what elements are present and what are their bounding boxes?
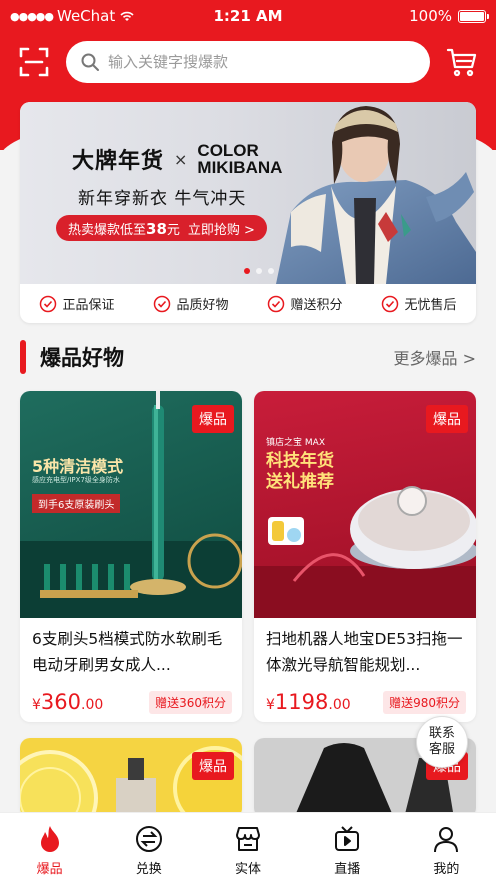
banner-cta-action: 立即抢购 > <box>187 222 255 238</box>
banner-brand-x: × <box>174 149 188 169</box>
tab-label: 直播 <box>334 862 361 877</box>
points-badge: 赠送360积分 <box>149 690 232 714</box>
cart-icon[interactable] <box>442 42 482 82</box>
guarantee-item: 无忧售后 <box>381 294 457 313</box>
more-products-link[interactable]: 更多爆品 > <box>394 345 477 369</box>
product-card[interactable]: 5种清洁模式 感应充电型/IPX7级全身防水 到手6支原装刷头 爆品 6支刷头5… <box>20 391 242 722</box>
bottom-tab-bar: 爆品 兑换 实体 直播 我的 <box>0 812 496 882</box>
battery-percent: 100% <box>409 7 452 25</box>
guarantee-item: 赠送积分 <box>267 294 343 313</box>
product-image-brand: 镇店之宝 MAX <box>266 435 325 448</box>
tv-icon <box>335 826 360 851</box>
wifi-icon <box>120 11 134 21</box>
banner-cta-text: 热卖爆款低至38元 <box>68 219 180 238</box>
guarantee-label: 赠送积分 <box>290 298 343 313</box>
battery-icon <box>458 9 489 23</box>
section-title: 爆品好物 <box>40 346 124 370</box>
product-image: 爆品 <box>20 738 242 818</box>
banner-card: 大牌年货 × COLOR MIKIBANA 新年穿新衣 牛气冲天 热卖爆款低至38… <box>20 102 476 323</box>
hot-tag: 爆品 <box>192 405 234 433</box>
banner-brand: 大牌年货 × COLOR MIKIBANA <box>72 142 282 176</box>
carrier-label: WeChat <box>57 7 116 25</box>
product-price: ¥360.00 <box>32 690 103 714</box>
product-card[interactable]: 镇店之宝 MAX 科技年货 送礼推荐 爆品 扫地机器人地宝DE53扫拖一体激光导航… <box>254 391 476 722</box>
guarantee-label: 正品保证 <box>62 298 115 313</box>
product-image: 5种清洁模式 感应充电型/IPX7级全身防水 到手6支原装刷头 爆品 <box>20 391 242 618</box>
product-image-heading: 5种清洁模式 <box>32 457 124 476</box>
tab-store[interactable]: 实体 <box>198 813 297 882</box>
price-integer: 360 <box>40 690 82 714</box>
contact-line2: 客服 <box>428 742 455 757</box>
image-heading-line2: 送礼推荐 <box>266 472 334 492</box>
price-decimal: .00 <box>81 697 104 713</box>
banner-brand-left: 大牌年货 <box>72 149 165 174</box>
search-icon <box>81 53 99 71</box>
tab-label: 兑换 <box>135 862 162 877</box>
tab-label: 实体 <box>235 862 262 877</box>
product-image: 镇店之宝 MAX 科技年货 送礼推荐 爆品 <box>254 391 476 618</box>
price-currency: ¥ <box>32 697 41 713</box>
banner-slogan: 新年穿新衣 牛气冲天 <box>78 189 247 209</box>
hot-tag: 爆品 <box>192 752 234 780</box>
product-image-subtext: 感应充电型/IPX7级全身防水 <box>32 476 120 484</box>
banner-model-image <box>276 106 476 284</box>
check-circle-icon <box>382 295 399 312</box>
status-bar: ●●●●● WeChat 1:21 AM 100% <box>0 0 496 32</box>
guarantee-item: 正品保证 <box>39 294 115 313</box>
search-input[interactable] <box>108 53 416 71</box>
flame-icon <box>40 826 59 852</box>
pager-dot <box>244 268 250 274</box>
price-currency: ¥ <box>266 697 275 713</box>
signal-icon: ●●●●● <box>10 9 54 23</box>
tab-profile[interactable]: 我的 <box>397 813 496 882</box>
contact-line1: 联系 <box>428 726 455 741</box>
tab-exchange[interactable]: 兑换 <box>99 813 198 882</box>
image-model-text: MAX <box>304 438 325 448</box>
scan-icon[interactable] <box>14 42 54 82</box>
banner-cta-button[interactable]: 热卖爆款低至38元 立即抢购 > <box>56 215 267 241</box>
pager-dot <box>268 268 274 274</box>
section-header: 爆品好物 更多爆品 > <box>20 338 476 376</box>
section-accent-bar <box>20 340 26 374</box>
cta-prefix: 热卖爆款低至 <box>68 222 147 238</box>
banner-brand-right-line2: MIKIBANA <box>197 158 283 177</box>
image-heading-line1: 科技年货 <box>266 451 334 471</box>
banner-brand-right: COLOR MIKIBANA <box>197 142 282 176</box>
cta-price: 38 <box>146 219 167 238</box>
check-circle-icon <box>154 295 171 312</box>
store-icon <box>236 827 260 851</box>
tab-live[interactable]: 直播 <box>298 813 397 882</box>
points-badge: 赠送980积分 <box>383 690 466 714</box>
product-title: 6支刷头5档模式防水软刷毛电动牙刷男女成人... <box>32 630 223 674</box>
banner-pager <box>244 268 274 274</box>
check-circle-icon <box>268 295 285 312</box>
hot-tag: 爆品 <box>426 405 468 433</box>
price-integer: 1198 <box>274 690 329 714</box>
tab-label: 我的 <box>433 862 460 877</box>
tab-label: 爆品 <box>36 862 63 877</box>
guarantee-label: 无忧售后 <box>404 298 457 313</box>
guarantee-label: 品质好物 <box>176 298 229 313</box>
promo-banner[interactable]: 大牌年货 × COLOR MIKIBANA 新年穿新衣 牛气冲天 热卖爆款低至38… <box>20 102 476 284</box>
product-card[interactable]: 爆品 <box>20 738 242 818</box>
cta-unit: 元 <box>166 222 180 238</box>
pager-dot <box>256 268 262 274</box>
tab-hot[interactable]: 爆品 <box>0 813 99 882</box>
exchange-icon <box>135 826 162 852</box>
check-circle-icon <box>40 295 57 312</box>
search-bar[interactable] <box>66 41 430 83</box>
guarantee-item: 品质好物 <box>153 294 229 313</box>
product-image-heading: 科技年货 送礼推荐 <box>266 451 334 493</box>
image-brand-text: 镇店之宝 <box>266 438 303 448</box>
contact-service-button[interactable]: 联系 客服 <box>416 716 468 768</box>
user-icon <box>434 827 459 853</box>
product-image-badge: 到手6支原装刷头 <box>32 494 121 513</box>
product-price: ¥1198.00 <box>266 690 351 714</box>
top-header <box>0 40 496 84</box>
product-title: 扫地机器人地宝DE53扫拖一体激光导航智能规划... <box>266 630 463 674</box>
guarantee-row: 正品保证 品质好物 赠送积分 无忧售后 <box>20 284 476 323</box>
price-decimal: .00 <box>328 697 351 713</box>
